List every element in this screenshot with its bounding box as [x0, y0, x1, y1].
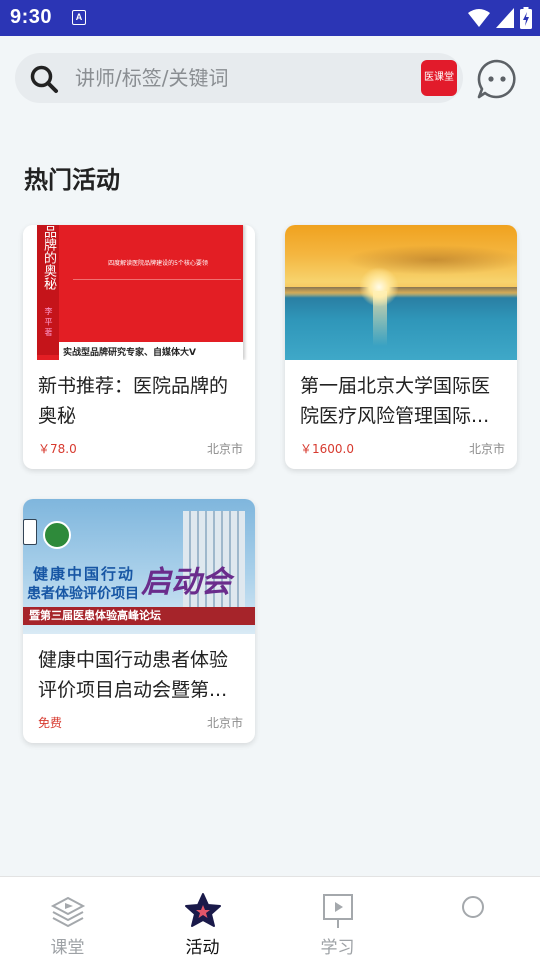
status-bar: 9:30 A [0, 0, 540, 36]
tab-study[interactable]: 学习 [270, 877, 405, 960]
star-icon [185, 893, 221, 927]
search-icon [30, 65, 58, 93]
status-icons [468, 7, 532, 29]
status-time: 9:30 [10, 6, 53, 28]
card-price: ￥78.0 [38, 442, 77, 456]
tab-label: 活动 [185, 938, 220, 958]
card-title: 健康中国行动患者体验评价项目启动会暨第... [38, 649, 229, 701]
card-image: 品牌的奥秘 李 平 著 四度解读医院品牌建设的5个核心要领 实战型品牌研究专家、… [23, 225, 255, 360]
tab-classroom[interactable]: 课堂 [0, 877, 135, 960]
card-city: 北京市 [206, 716, 243, 730]
card-title: 新书推荐：医院品牌的奥秘 [38, 375, 229, 427]
book-layers-icon [50, 896, 86, 928]
tab-label: 课堂 [50, 938, 85, 958]
search-bar[interactable]: 医课堂 [15, 53, 463, 103]
wifi-icon [468, 9, 490, 27]
card-title: 第一届北京大学国际医院医疗风险管理国际... [300, 375, 491, 427]
brand-logo[interactable]: 医课堂 [421, 60, 457, 96]
card-image [285, 225, 517, 360]
activity-card[interactable]: 第一届北京大学国际医院医疗风险管理国际... ￥1600.0 北京市 [285, 225, 517, 469]
search-input[interactable] [75, 59, 395, 97]
card-city: 北京市 [206, 442, 243, 456]
presentation-icon [323, 894, 353, 928]
activity-card[interactable]: 健康中国行动 患者体验评价项目 启动会 暨第三届医患体验高峰论坛 健康中国行动患… [23, 499, 255, 743]
tab-label: 学习 [320, 938, 355, 958]
card-city: 北京市 [468, 442, 505, 456]
activity-card[interactable]: 品牌的奥秘 李 平 著 四度解读医院品牌建设的5个核心要领 实战型品牌研究专家、… [23, 225, 255, 469]
bottom-tab-bar: 课堂 活动 学习 [0, 876, 540, 960]
tab-activities[interactable]: 活动 [135, 877, 270, 960]
card-price: ￥1600.0 [300, 442, 354, 456]
tab-profile[interactable] [405, 877, 540, 960]
notification-icon: A [72, 10, 86, 25]
card-image: 健康中国行动 患者体验评价项目 启动会 暨第三届医患体验高峰论坛 [23, 499, 255, 634]
battery-icon [520, 7, 532, 29]
card-price: 免费 [38, 716, 63, 730]
chat-icon[interactable] [476, 58, 518, 100]
section-title: 热门活动 [24, 166, 120, 194]
circle-icon [462, 896, 484, 918]
signal-icon [496, 8, 514, 28]
